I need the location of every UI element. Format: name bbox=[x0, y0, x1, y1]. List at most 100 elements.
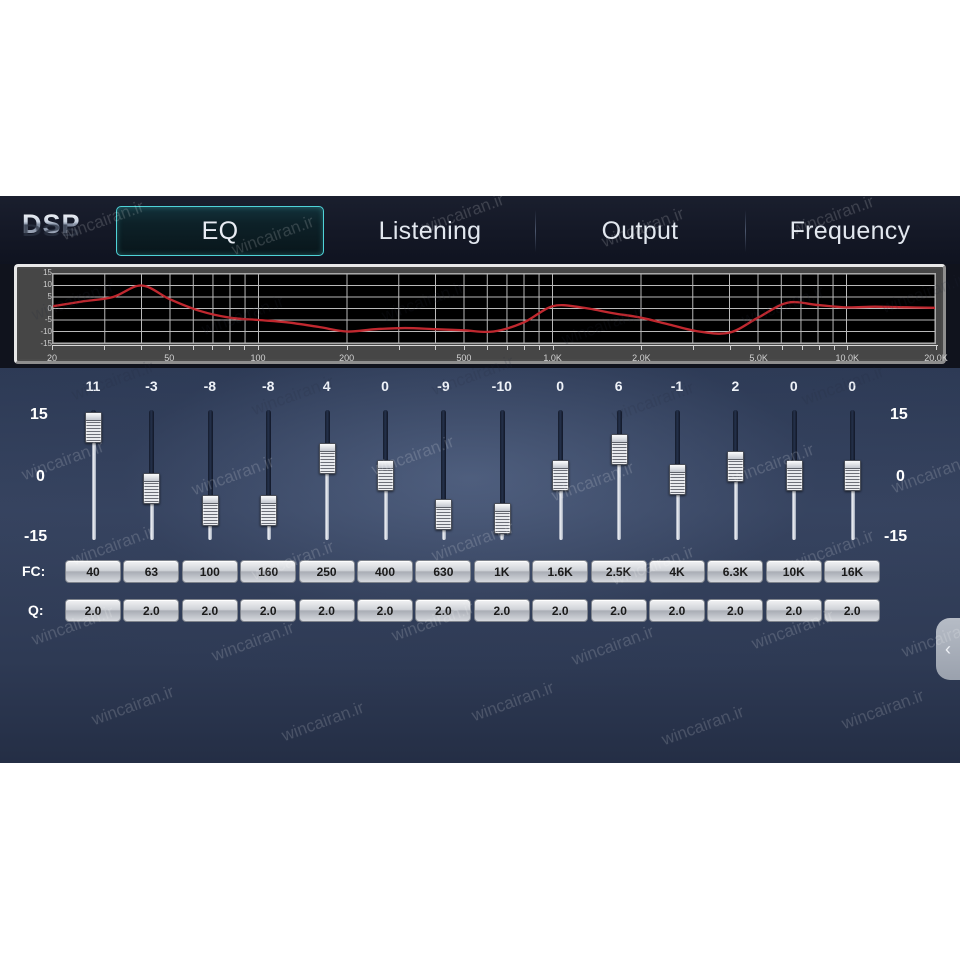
graph-x-tickmark bbox=[103, 345, 105, 350]
band-slider[interactable] bbox=[662, 410, 692, 540]
fc-cell[interactable]: 63 bbox=[123, 560, 180, 583]
graph-y-tick-label: -15 bbox=[40, 339, 52, 348]
slider-thumb[interactable] bbox=[493, 503, 511, 535]
fc-cell[interactable]: 2.5K bbox=[590, 560, 647, 583]
graph-x-tickmark bbox=[346, 345, 348, 350]
fc-cell[interactable]: 1K bbox=[473, 560, 530, 583]
q-cell[interactable]: 2.0 bbox=[707, 599, 764, 622]
fc-cell[interactable]: 40 bbox=[65, 560, 121, 583]
fc-cell[interactable]: 630 bbox=[415, 560, 472, 583]
slider-thumb[interactable] bbox=[85, 412, 102, 444]
tab-eq[interactable]: EQ bbox=[116, 206, 324, 256]
fc-cell[interactable]: 100 bbox=[181, 560, 238, 583]
graph-x-tick-label: 50 bbox=[164, 353, 175, 363]
q-cell[interactable]: 2.0 bbox=[123, 599, 180, 622]
band-slider[interactable] bbox=[487, 410, 517, 540]
slider-thumb[interactable] bbox=[785, 460, 803, 491]
graph-x-tick-label: 2.0K bbox=[632, 353, 651, 363]
band-slider[interactable] bbox=[312, 410, 342, 540]
fc-cell[interactable]: 4K bbox=[649, 560, 705, 583]
q-cell[interactable]: 2.0 bbox=[765, 599, 822, 622]
q-cell[interactable]: 2.0 bbox=[590, 599, 647, 622]
collapse-panel-button[interactable]: ‹ bbox=[936, 618, 960, 680]
fc-cell[interactable]: 6.3K bbox=[707, 560, 764, 583]
graph-plot-area bbox=[52, 273, 936, 344]
slider-thumb[interactable] bbox=[260, 494, 278, 526]
slider-thumb[interactable] bbox=[435, 499, 453, 530]
slider-track-lower[interactable] bbox=[91, 427, 96, 540]
band-slider[interactable] bbox=[253, 410, 283, 540]
band-value-label: -9 bbox=[437, 378, 450, 394]
tab-frequency[interactable]: Frequency bbox=[746, 206, 954, 256]
band-value-label: 0 bbox=[381, 378, 389, 394]
band-slider[interactable] bbox=[837, 410, 867, 540]
slider-thumb[interactable] bbox=[552, 460, 570, 491]
fc-cell[interactable]: 10K bbox=[765, 560, 822, 583]
graph-x-tickmark bbox=[552, 345, 554, 350]
q-cell[interactable]: 2.0 bbox=[532, 599, 589, 622]
band-value-label: 2 bbox=[731, 378, 740, 394]
fc-cell[interactable]: 1.6K bbox=[532, 560, 589, 583]
q-cell[interactable]: 2.0 bbox=[65, 599, 121, 622]
band-slider[interactable] bbox=[779, 410, 809, 540]
tab-listening[interactable]: Listening bbox=[326, 206, 534, 256]
slider-track-upper[interactable] bbox=[499, 410, 505, 519]
graph-y-axis: 15 10 5 0 -5 -10 -15 bbox=[19, 269, 52, 349]
q-cell[interactable]: 2.0 bbox=[649, 599, 705, 622]
graph-x-tick-label: 5.0K bbox=[749, 353, 768, 363]
scale-label-right-mid: 0 bbox=[896, 468, 905, 485]
graph-x-tickmark bbox=[847, 345, 849, 350]
band-value-label: 11 bbox=[85, 378, 101, 394]
graph-x-tickmark bbox=[641, 345, 643, 350]
scale-label-right-top: 15 bbox=[890, 406, 908, 423]
graph-x-tickmark bbox=[801, 345, 803, 350]
graph-x-tick-label: 200 bbox=[339, 353, 355, 363]
graph-x-tickmark bbox=[506, 345, 508, 350]
q-cell[interactable]: 2.0 bbox=[181, 599, 238, 622]
band-slider[interactable] bbox=[78, 410, 108, 540]
tab-output[interactable]: Output bbox=[536, 206, 744, 256]
scale-label-left-mid: 0 bbox=[36, 468, 45, 485]
band-slider[interactable] bbox=[370, 410, 400, 540]
band-slider[interactable] bbox=[720, 410, 750, 540]
slider-thumb[interactable] bbox=[377, 460, 394, 491]
band-slider[interactable] bbox=[195, 410, 225, 540]
graph-x-tickmark bbox=[781, 345, 783, 350]
q-cell[interactable]: 2.0 bbox=[240, 599, 297, 622]
fc-cell[interactable]: 400 bbox=[357, 560, 413, 583]
band-value-label: -10 bbox=[491, 378, 512, 394]
fc-cell[interactable]: 160 bbox=[240, 560, 297, 583]
q-cell[interactable]: 2.0 bbox=[298, 599, 355, 622]
graph-x-tickmark bbox=[435, 345, 437, 350]
graph-x-tickmark bbox=[398, 345, 400, 350]
tab-frequency-label: Frequency bbox=[789, 216, 911, 245]
graph-x-tickmark bbox=[169, 345, 171, 350]
slider-thumb[interactable] bbox=[610, 434, 628, 465]
fc-cell[interactable]: 250 bbox=[298, 560, 355, 583]
graph-x-tickmark bbox=[833, 345, 835, 350]
graph-horizontal-gridlines bbox=[53, 274, 935, 343]
slider-thumb[interactable] bbox=[143, 473, 161, 504]
band-value-label: -8 bbox=[203, 378, 217, 394]
band-slider[interactable] bbox=[604, 410, 634, 540]
slider-thumb[interactable] bbox=[844, 460, 862, 491]
band-slider[interactable] bbox=[428, 410, 458, 540]
slider-thumb[interactable] bbox=[318, 442, 336, 474]
q-cell[interactable]: 2.0 bbox=[415, 599, 472, 622]
graph-curve-svg bbox=[53, 274, 935, 343]
graph-y-tick-label: 15 bbox=[43, 268, 52, 277]
band-slider[interactable] bbox=[136, 410, 166, 540]
dsp-app-window: DSP DSP EQ Listening Output Frequency 15… bbox=[0, 196, 960, 763]
slider-thumb[interactable] bbox=[201, 494, 219, 526]
band-value-label: 0 bbox=[556, 378, 565, 394]
graph-bezel: 15 10 5 0 -5 -10 -15 20 50 100 200 500 1.0K 2.0K 5.0K… bbox=[14, 264, 948, 364]
q-cell[interactable]: 2.0 bbox=[824, 599, 881, 622]
band-slider[interactable] bbox=[545, 410, 575, 540]
tab-eq-label: EQ bbox=[201, 216, 239, 245]
fc-cell[interactable]: 16K bbox=[824, 560, 881, 583]
slider-thumb[interactable] bbox=[727, 451, 745, 483]
slider-thumb[interactable] bbox=[669, 464, 686, 496]
dsp-logo: DSP DSP bbox=[22, 210, 118, 252]
q-cell[interactable]: 2.0 bbox=[357, 599, 413, 622]
q-cell[interactable]: 2.0 bbox=[473, 599, 530, 622]
